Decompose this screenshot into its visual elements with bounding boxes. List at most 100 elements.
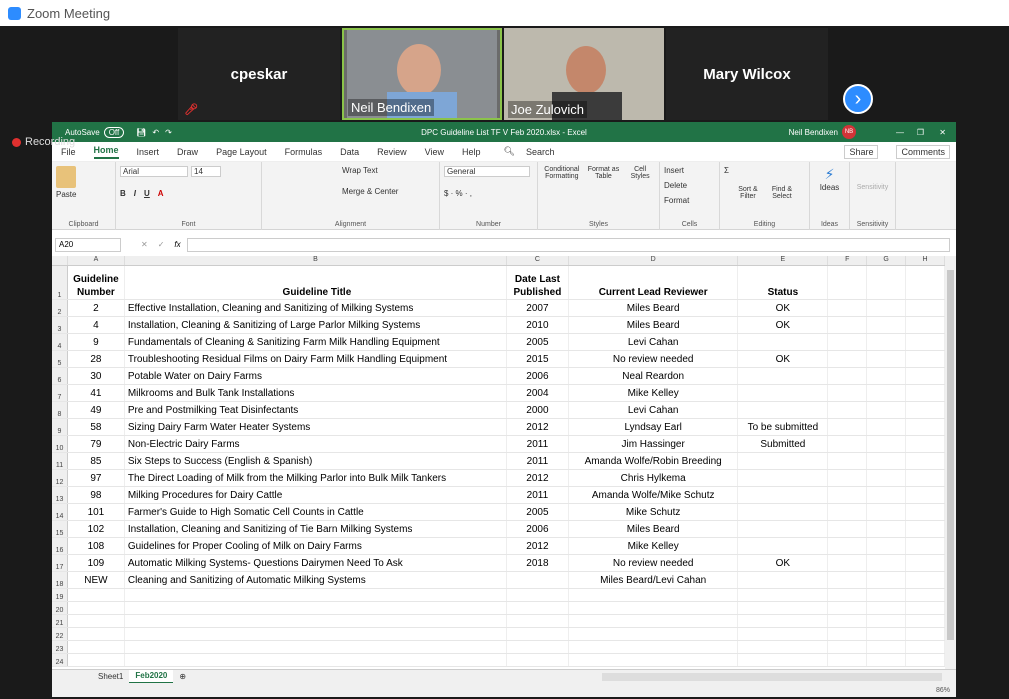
- lead-reviewer-cell[interactable]: Lyndsay Earl: [569, 419, 739, 435]
- font-name-select[interactable]: Arial: [120, 166, 188, 177]
- guideline-title-cell[interactable]: Installation, Cleaning and Sanitizing of…: [125, 521, 507, 537]
- tab-review[interactable]: Review: [377, 147, 407, 157]
- cell[interactable]: [906, 334, 945, 350]
- row-number[interactable]: 19: [52, 589, 68, 601]
- ideas-button[interactable]: Ideas: [814, 183, 845, 192]
- lead-reviewer-cell[interactable]: Miles Beard: [569, 521, 739, 537]
- date-published-cell[interactable]: 2015: [507, 351, 569, 367]
- search-icon[interactable]: 🔍︎: [504, 146, 515, 157]
- row-number[interactable]: 9: [52, 419, 68, 435]
- guideline-number-cell[interactable]: 49: [68, 402, 125, 418]
- currency-icon[interactable]: $ · % · ,: [444, 189, 533, 198]
- cell[interactable]: [828, 628, 868, 640]
- cell[interactable]: [828, 538, 868, 554]
- participant-tile-active-speaker[interactable]: Neil Bendixen: [342, 28, 502, 120]
- guideline-title-cell[interactable]: Milkrooms and Bulk Tank Installations: [125, 385, 507, 401]
- guideline-title-cell[interactable]: Non-Electric Dairy Farms: [125, 436, 507, 452]
- merge-center-button[interactable]: Merge & Center: [342, 187, 435, 196]
- cell[interactable]: [867, 487, 907, 503]
- wrap-text-button[interactable]: Wrap Text: [342, 166, 435, 175]
- cell[interactable]: [738, 641, 829, 653]
- guideline-title-cell[interactable]: Farmer's Guide to High Somatic Cell Coun…: [125, 504, 507, 520]
- tab-file[interactable]: File: [61, 147, 76, 157]
- close-icon[interactable]: ✕: [939, 128, 946, 137]
- date-published-cell[interactable]: 2012: [507, 470, 569, 486]
- date-published-cell[interactable]: 2000: [507, 402, 569, 418]
- cell[interactable]: [828, 266, 868, 299]
- status-cell[interactable]: To be submitted: [738, 419, 829, 435]
- cell[interactable]: [828, 300, 868, 316]
- date-published-cell[interactable]: [507, 572, 569, 588]
- cell[interactable]: Date Last Published: [507, 266, 569, 299]
- cell[interactable]: [906, 628, 945, 640]
- cell[interactable]: [68, 654, 125, 666]
- paste-icon[interactable]: [56, 166, 76, 188]
- cell[interactable]: [569, 628, 739, 640]
- participant-tile[interactable]: cpeskar 🎤︎: [178, 28, 340, 120]
- row-number[interactable]: 11: [52, 453, 68, 469]
- cell[interactable]: [569, 602, 739, 614]
- tab-view[interactable]: View: [425, 147, 444, 157]
- underline-button[interactable]: U: [144, 189, 150, 198]
- sort-filter-button[interactable]: Sort & Filter: [733, 186, 763, 226]
- lead-reviewer-cell[interactable]: Chris Hylkema: [569, 470, 739, 486]
- guideline-number-cell[interactable]: 58: [68, 419, 125, 435]
- user-avatar[interactable]: NB: [842, 125, 856, 139]
- cell[interactable]: [507, 628, 569, 640]
- status-cell[interactable]: [738, 385, 829, 401]
- row-number[interactable]: 18: [52, 572, 68, 588]
- select-all-corner[interactable]: [52, 256, 68, 265]
- cell[interactable]: [906, 317, 945, 333]
- guideline-number-cell[interactable]: 102: [68, 521, 125, 537]
- cell[interactable]: [867, 402, 907, 418]
- guideline-title-cell[interactable]: Cleaning and Sanitizing of Automatic Mil…: [125, 572, 507, 588]
- cell[interactable]: [867, 628, 907, 640]
- cell[interactable]: [906, 351, 945, 367]
- lead-reviewer-cell[interactable]: Miles Beard/Levi Cahan: [569, 572, 739, 588]
- guideline-number-cell[interactable]: 9: [68, 334, 125, 350]
- cell[interactable]: [569, 589, 739, 601]
- cell[interactable]: [738, 654, 829, 666]
- zoom-level[interactable]: 86%: [936, 687, 950, 694]
- cell-styles-button[interactable]: Cell Styles: [625, 166, 655, 226]
- guideline-number-cell[interactable]: 79: [68, 436, 125, 452]
- guideline-number-cell[interactable]: 109: [68, 555, 125, 571]
- cell[interactable]: [828, 436, 868, 452]
- cell[interactable]: [507, 615, 569, 627]
- tab-draw[interactable]: Draw: [177, 147, 198, 157]
- row-number[interactable]: 17: [52, 555, 68, 571]
- guideline-number-cell[interactable]: 2: [68, 300, 125, 316]
- cancel-icon[interactable]: ✕: [141, 240, 148, 249]
- guideline-number-cell[interactable]: 30: [68, 368, 125, 384]
- cell[interactable]: [867, 470, 907, 486]
- row-number[interactable]: 23: [52, 641, 68, 653]
- cell[interactable]: [828, 470, 868, 486]
- date-published-cell[interactable]: 2004: [507, 385, 569, 401]
- date-published-cell[interactable]: 2018: [507, 555, 569, 571]
- cell[interactable]: [738, 589, 829, 601]
- date-published-cell[interactable]: 2005: [507, 334, 569, 350]
- status-cell[interactable]: [738, 470, 829, 486]
- cell[interactable]: [867, 368, 907, 384]
- row-number[interactable]: 20: [52, 602, 68, 614]
- guideline-title-cell[interactable]: Milking Procedures for Dairy Cattle: [125, 487, 507, 503]
- search-box[interactable]: Search: [526, 147, 555, 157]
- cell[interactable]: [68, 602, 125, 614]
- cell[interactable]: [125, 641, 507, 653]
- row-number[interactable]: 15: [52, 521, 68, 537]
- row-number[interactable]: 16: [52, 538, 68, 554]
- find-select-button[interactable]: Find & Select: [767, 186, 797, 226]
- cell[interactable]: [569, 654, 739, 666]
- guideline-title-cell[interactable]: Guidelines for Proper Cooling of Milk on…: [125, 538, 507, 554]
- add-sheet-icon[interactable]: ⊕: [173, 672, 192, 681]
- cell[interactable]: [828, 641, 868, 653]
- lead-reviewer-cell[interactable]: No review needed: [569, 351, 739, 367]
- cell[interactable]: [828, 555, 868, 571]
- column-header[interactable]: D: [569, 256, 739, 265]
- lead-reviewer-cell[interactable]: Neal Reardon: [569, 368, 739, 384]
- cell[interactable]: [867, 521, 907, 537]
- tab-home[interactable]: Home: [93, 145, 119, 159]
- cell[interactable]: [828, 385, 868, 401]
- paste-button[interactable]: Paste: [56, 190, 111, 199]
- cell[interactable]: [828, 402, 868, 418]
